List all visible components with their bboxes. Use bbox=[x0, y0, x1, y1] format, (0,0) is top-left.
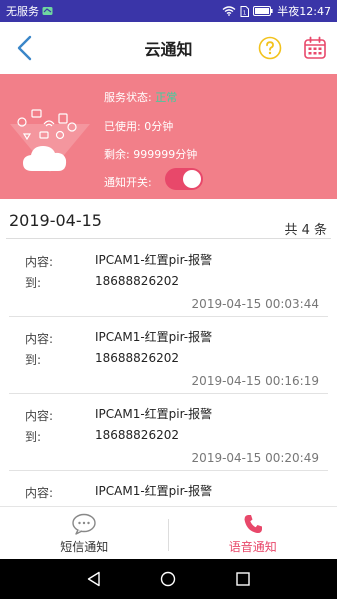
timestamp: 2019-04-15 00:03:44 bbox=[191, 297, 319, 311]
content-label: 内容: bbox=[25, 255, 54, 269]
cloud-notification-illustration bbox=[10, 109, 90, 172]
battery-icon bbox=[253, 6, 273, 16]
timestamp: 2019-04-15 00:16:19 bbox=[191, 374, 319, 388]
nav-home-icon[interactable] bbox=[160, 571, 176, 587]
record-count: 共 4 条 bbox=[284, 223, 327, 238]
date-label: 2019-04-15 bbox=[9, 211, 102, 230]
app-header: 云通知 bbox=[0, 22, 337, 74]
to-value: 18688826202 bbox=[95, 274, 179, 288]
list-item[interactable]: 内容: IPCAM1-红置pir-报警 到: 18688826202 2019-… bbox=[0, 317, 337, 394]
wifi-icon bbox=[222, 6, 236, 16]
content-value: IPCAM1-红置pir-报警 bbox=[95, 407, 213, 421]
service-status-value: 正常 bbox=[155, 91, 178, 104]
status-bar: 无服务 1 半夜12:47 bbox=[0, 0, 337, 22]
sim-icon: 1 bbox=[240, 5, 250, 17]
to-label: 到: bbox=[25, 353, 42, 367]
date-header: 2019-04-15 共 4 条 bbox=[0, 199, 337, 239]
content-label: 内容: bbox=[25, 332, 54, 346]
help-icon[interactable] bbox=[258, 36, 282, 60]
tab-sms[interactable]: 短信通知 bbox=[0, 507, 169, 559]
tab-sms-label: 短信通知 bbox=[60, 540, 109, 554]
to-label: 到: bbox=[25, 276, 42, 290]
system-nav-bar bbox=[0, 559, 337, 599]
svg-text:1: 1 bbox=[243, 10, 247, 16]
service-status-row: 服务状态: 正常 bbox=[104, 89, 177, 105]
status-left: 无服务 bbox=[6, 3, 53, 19]
tab-voice-label: 语音通知 bbox=[228, 540, 277, 554]
remaining-label: 剩余: bbox=[104, 148, 130, 161]
service-status-label: 服务状态: bbox=[104, 91, 152, 104]
content-value: IPCAM1-红置pir-报警 bbox=[95, 253, 213, 267]
nav-back-icon[interactable] bbox=[86, 571, 102, 587]
used-row: 已使用: 0分钟 bbox=[104, 118, 173, 134]
status-right: 1 半夜12:47 bbox=[222, 3, 331, 19]
tab-voice[interactable]: 语音通知 bbox=[169, 507, 337, 559]
nav-recents-icon[interactable] bbox=[235, 571, 251, 587]
content-label: 内容: bbox=[25, 409, 54, 423]
to-value: 18688826202 bbox=[95, 428, 179, 442]
calendar-icon[interactable] bbox=[303, 36, 327, 60]
used-value: 0分钟 bbox=[144, 120, 174, 133]
to-value: 18688826202 bbox=[95, 351, 179, 365]
remaining-row: 剩余: 999999分钟 bbox=[104, 146, 197, 162]
notification-list[interactable]: 内容: IPCAM1-红置pir-报警 到: 18688826202 2019-… bbox=[0, 240, 337, 506]
remaining-value: 999999分钟 bbox=[133, 148, 198, 161]
tab-divider bbox=[168, 519, 169, 551]
content-value: IPCAM1-红置pir-报警 bbox=[95, 484, 213, 498]
list-item[interactable]: 内容: IPCAM1-红置pir-报警 到: 18688826202 2019-… bbox=[0, 394, 337, 471]
switch-label: 通知开关: bbox=[104, 176, 152, 189]
phone-icon bbox=[244, 515, 262, 534]
carrier-text: 无服务 bbox=[6, 5, 39, 18]
page-title: 云通知 bbox=[144, 40, 193, 59]
clock-text: 半夜12:47 bbox=[277, 5, 331, 18]
divider bbox=[6, 238, 331, 239]
notification-icon bbox=[42, 7, 53, 15]
notification-toggle[interactable] bbox=[165, 168, 203, 190]
bottom-tab-bar: 短信通知 语音通知 bbox=[0, 506, 337, 559]
used-label: 已使用: bbox=[104, 120, 141, 133]
content-label: 内容: bbox=[25, 486, 54, 500]
list-item[interactable]: 内容: IPCAM1-红置pir-报警 到: 18688826202 2019-… bbox=[0, 240, 337, 317]
chat-bubble-icon bbox=[72, 513, 96, 535]
toggle-knob bbox=[183, 170, 201, 188]
service-banner: 服务状态: 正常 已使用: 0分钟 剩余: 999999分钟 通知开关: bbox=[0, 74, 337, 199]
timestamp: 2019-04-15 00:20:49 bbox=[191, 451, 319, 465]
list-item[interactable]: 内容: IPCAM1-红置pir-报警 到: 18688826202 bbox=[0, 471, 337, 506]
back-arrow-icon[interactable] bbox=[12, 34, 38, 62]
to-label: 到: bbox=[25, 430, 42, 444]
content-value: IPCAM1-红置pir-报警 bbox=[95, 330, 213, 344]
